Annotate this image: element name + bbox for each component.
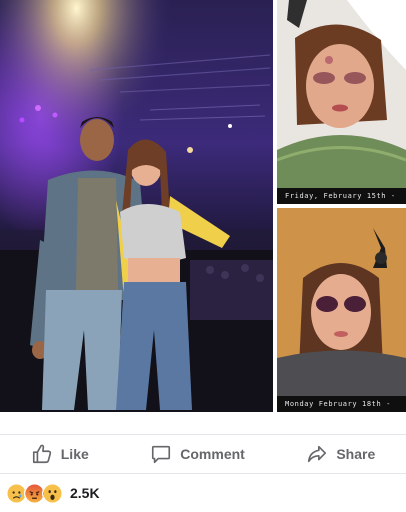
photo-caption-monday: Monday February 18th - <box>277 396 406 412</box>
photo-injury-friday[interactable]: Friday, February 15th - <box>277 0 406 204</box>
reaction-count: 2.5K <box>70 485 100 501</box>
comment-label: Comment <box>180 446 245 462</box>
like-label: Like <box>60 446 89 462</box>
like-button[interactable]: Like <box>21 437 99 471</box>
thumbs-up-icon <box>32 444 51 464</box>
post-photo-grid: Friday, February 15th - Monday February … <box>0 0 406 412</box>
comment-button[interactable]: Comment <box>140 437 255 471</box>
comment-bubble-icon <box>152 445 171 464</box>
reactions-summary[interactable]: 2.5K <box>6 482 100 504</box>
share-arrow-icon <box>308 445 327 463</box>
wow-reaction-icon <box>42 482 63 504</box>
share-label: Share <box>336 446 376 462</box>
post-action-bar: Like Comment Share <box>0 434 406 474</box>
photo-injury-monday[interactable]: Monday February 18th - <box>277 208 406 412</box>
share-button[interactable]: Share <box>296 437 385 471</box>
photo-caption-friday: Friday, February 15th - <box>277 188 406 204</box>
photo-couple-at-concert[interactable] <box>0 0 273 412</box>
